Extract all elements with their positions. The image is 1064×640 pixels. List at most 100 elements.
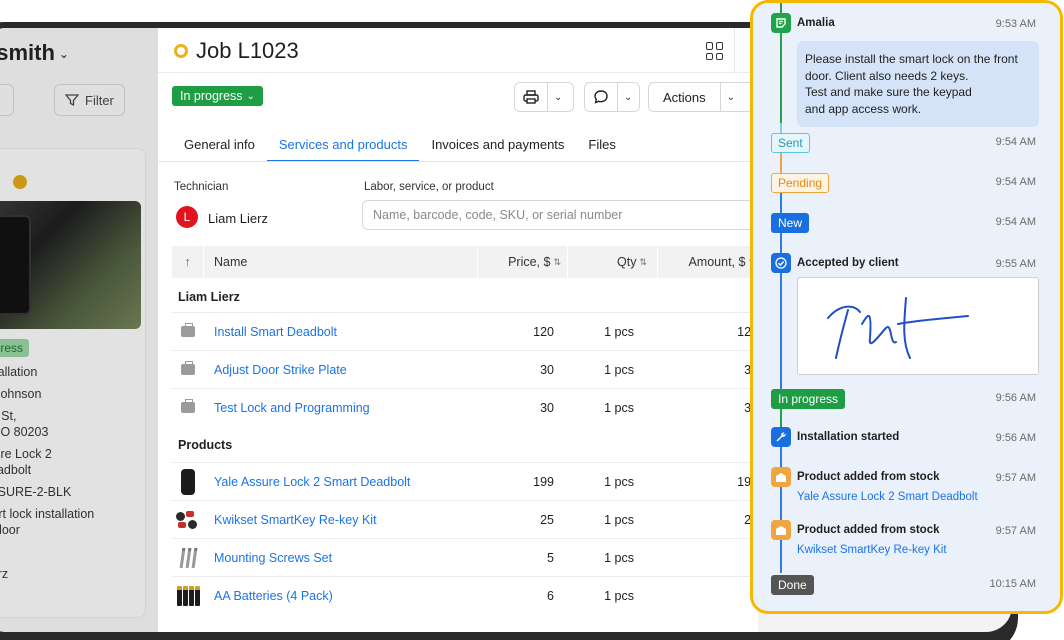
chat-bubble-icon bbox=[594, 90, 608, 104]
item-price: 6 bbox=[547, 588, 554, 603]
search-label: Labor, service, or product bbox=[364, 181, 494, 193]
note-line: and app access work. bbox=[805, 101, 922, 116]
status-ring-icon bbox=[174, 44, 188, 58]
event-time: 9:56 AM bbox=[995, 432, 1036, 444]
col-price[interactable]: Price, $ ⇅ bbox=[478, 246, 568, 278]
event-time: 9:53 AM bbox=[995, 18, 1036, 30]
actions-button[interactable]: Actions ⌄ bbox=[648, 82, 758, 112]
chevron-down-icon: ⌄ bbox=[726, 91, 736, 103]
col-name[interactable]: Name bbox=[204, 246, 478, 278]
table-row[interactable]: Mounting Screws Set 5 1 pcs 5 bbox=[172, 538, 758, 576]
item-amount: 5 bbox=[652, 551, 758, 565]
status-badge-new: New bbox=[771, 213, 810, 233]
event-time: 9:55 AM bbox=[995, 258, 1036, 270]
note-icon bbox=[771, 13, 791, 33]
item-name[interactable]: Adjust Door Strike Plate bbox=[204, 363, 464, 377]
technician-label: Technician bbox=[174, 181, 229, 193]
stock-item-link[interactable]: Yale Assure Lock 2 Smart Deadbolt bbox=[797, 491, 978, 503]
event-time: 10:15 AM bbox=[989, 578, 1036, 590]
chevron-down-icon: ⌄ bbox=[246, 90, 255, 102]
page-title: Job L1023 bbox=[196, 38, 299, 63]
item-price: 199 bbox=[533, 474, 554, 489]
item-name[interactable]: Test Lock and Programming bbox=[204, 401, 464, 415]
client-note: Please install the smart lock on the fro… bbox=[797, 41, 1039, 127]
item-amount: 120 bbox=[737, 324, 758, 339]
item-amount: 30 bbox=[652, 401, 758, 415]
item-name[interactable]: Kwikset SmartKey Re-key Kit bbox=[204, 513, 464, 527]
event-time: 9:56 AM bbox=[995, 392, 1036, 404]
item-qty: 1 pcs bbox=[604, 324, 634, 339]
jobs-list-panel: ksmith⌄ te Filter ogress nstallation el … bbox=[0, 28, 158, 632]
event-stock: Product added from stock bbox=[797, 524, 940, 536]
printer-icon bbox=[523, 90, 539, 104]
event-time: 9:54 AM bbox=[995, 176, 1036, 188]
toolbox-icon bbox=[181, 399, 195, 413]
note-author: Amalia bbox=[797, 17, 835, 29]
tab-invoices-payments[interactable]: Invoices and payments bbox=[419, 132, 576, 162]
item-amount: 6 bbox=[652, 589, 758, 603]
col-amount[interactable]: Amount, $⇅ bbox=[658, 246, 758, 278]
note-line: Please install the smart lock on the fro… bbox=[805, 52, 1018, 66]
table-header: ↑ Name Price, $⇅ Qty⇅ Amount, $⇅ bbox=[172, 246, 758, 278]
table-row[interactable]: Kwikset SmartKey Re-key Kit 25 1 pcs 25 bbox=[172, 500, 758, 538]
event-accepted: Accepted by client bbox=[797, 257, 899, 269]
job-detail-panel: Job L1023 In progress ⌄ ⌄ ⌄ Actions ⌄ Gen… bbox=[158, 28, 758, 632]
rekey-kit-thumbnail bbox=[176, 510, 200, 530]
sort-column[interactable]: ↑ bbox=[172, 246, 204, 278]
event-install: Installation started bbox=[797, 431, 900, 443]
technician-name[interactable]: Liam Lierz bbox=[208, 211, 268, 226]
stock-item-link[interactable]: Kwikset SmartKey Re-key Kit bbox=[797, 544, 947, 556]
stock-icon bbox=[771, 520, 791, 540]
chevron-down-icon: ⌄ bbox=[624, 91, 633, 103]
item-qty: 1 pcs bbox=[604, 362, 634, 377]
activity-timeline: Amalia 9:53 AM Please install the smart … bbox=[750, 0, 1063, 614]
event-time: 9:54 AM bbox=[995, 136, 1036, 148]
table-row[interactable]: Adjust Door Strike Plate 30 1 pcs 30 bbox=[172, 350, 758, 388]
product-search-input[interactable] bbox=[362, 200, 758, 230]
col-qty[interactable]: Qty ⇅ bbox=[568, 246, 658, 278]
table-row[interactable]: Test Lock and Programming 30 1 pcs 30 bbox=[172, 388, 758, 426]
item-name[interactable]: AA Batteries (4 Pack) bbox=[204, 589, 464, 603]
item-price: 120 bbox=[533, 324, 554, 339]
table-row[interactable]: Install Smart Deadbolt 120 1 pcs 120 bbox=[172, 312, 758, 350]
item-amount: 25 bbox=[652, 513, 758, 527]
item-qty: 1 pcs bbox=[604, 474, 634, 489]
event-time: 9:54 AM bbox=[995, 216, 1036, 228]
wrench-icon bbox=[771, 427, 791, 447]
item-qty: 1 pcs bbox=[604, 588, 634, 603]
stock-icon bbox=[771, 467, 791, 487]
item-name[interactable]: Yale Assure Lock 2 Smart Deadbolt bbox=[204, 475, 464, 489]
item-price: 30 bbox=[540, 362, 554, 377]
event-time: 9:57 AM bbox=[995, 472, 1036, 484]
group-products: Products bbox=[178, 438, 233, 452]
smart-lock-thumbnail bbox=[181, 468, 195, 495]
event-time: 9:57 AM bbox=[995, 525, 1036, 537]
status-dropdown[interactable]: In progress ⌄ bbox=[172, 86, 263, 106]
message-button[interactable]: ⌄ bbox=[584, 82, 640, 112]
item-amount: 30 bbox=[652, 363, 758, 377]
avatar: L bbox=[176, 206, 198, 228]
item-amount: 199 bbox=[737, 474, 758, 489]
item-price: 5 bbox=[547, 550, 554, 565]
event-stock: Product added from stock bbox=[797, 471, 940, 483]
group-services: Liam Lierz bbox=[178, 290, 240, 304]
status-badge-in-progress: In progress bbox=[771, 389, 846, 409]
tab-files[interactable]: Files bbox=[576, 132, 627, 162]
item-qty: 1 pcs bbox=[604, 400, 634, 415]
table-row[interactable]: Yale Assure Lock 2 Smart Deadbolt 199 1 … bbox=[172, 462, 758, 500]
batteries-thumbnail bbox=[176, 585, 200, 606]
print-button[interactable]: ⌄ bbox=[514, 82, 574, 112]
item-name[interactable]: Mounting Screws Set bbox=[204, 551, 464, 565]
toolbox-icon bbox=[181, 361, 195, 375]
toolbox-icon bbox=[181, 323, 195, 337]
tab-bar: General info Services and products Invoi… bbox=[172, 132, 628, 162]
status-badge-pending: Pending bbox=[771, 173, 830, 193]
item-name[interactable]: Install Smart Deadbolt bbox=[204, 325, 464, 339]
item-price: 30 bbox=[540, 400, 554, 415]
table-row[interactable]: AA Batteries (4 Pack) 6 1 pcs 6 bbox=[172, 576, 758, 614]
checkmark-icon bbox=[771, 253, 791, 273]
status-badge-done: Done bbox=[771, 575, 814, 595]
tab-general-info[interactable]: General info bbox=[172, 132, 267, 162]
tab-services-products[interactable]: Services and products bbox=[266, 132, 420, 162]
grid-icon[interactable] bbox=[706, 42, 724, 60]
